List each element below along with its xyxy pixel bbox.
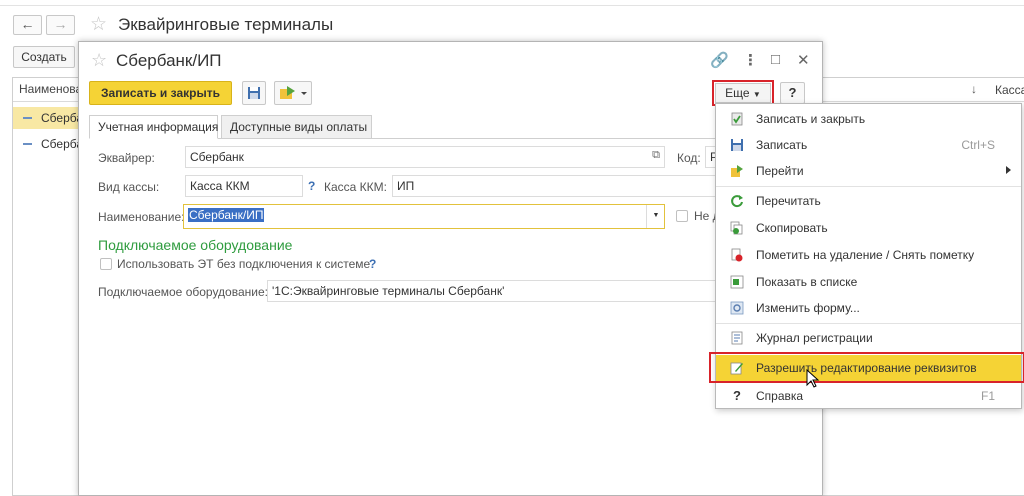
help-button[interactable]: ? <box>780 82 805 104</box>
acquirer-field[interactable]: Сбербанк ⧉ <box>185 146 665 168</box>
floppy-disk-icon <box>248 87 260 99</box>
reread-icon <box>731 195 743 208</box>
form-title: Сбербанк/ИП <box>116 51 222 70</box>
name-value-selected: Сбербанк/ИП <box>188 208 265 222</box>
favorite-star-icon[interactable]: ☆ <box>90 13 107 36</box>
tab-payment-types[interactable]: Доступные виды оплаты <box>221 115 372 139</box>
maximize-icon[interactable]: □ <box>771 51 780 68</box>
equipment-field[interactable]: '1С:Эквайринговые терминалы Сбербанк' <box>267 280 719 302</box>
use-without-connection-help-icon[interactable]: ? <box>369 257 376 271</box>
highlight-frame <box>709 352 1024 383</box>
menu-item-event-log[interactable]: Журнал регистрации <box>716 325 1021 351</box>
name-dropdown-icon[interactable]: ▼ <box>646 205 664 228</box>
page-title: Эквайринговые терминалы <box>118 15 334 34</box>
menu-item-label: Журнал регистрации <box>756 331 873 345</box>
cash-kkm-label: Касса ККМ: <box>324 180 387 194</box>
menu-item-reread[interactable]: Перечитать <box>716 188 1021 214</box>
equipment-value: '1С:Эквайринговые терминалы Сбербанк' <box>272 284 505 298</box>
cash-type-value: Касса ККМ <box>190 179 250 193</box>
menu-item-copy[interactable]: Скопировать <box>716 215 1021 241</box>
change-form-icon <box>730 301 744 315</box>
menu-item-label: Изменить форму... <box>756 301 860 315</box>
menu-item-show-in-list[interactable]: Показать в списке <box>716 269 1021 295</box>
cash-type-help-icon[interactable]: ? <box>308 179 315 193</box>
terminal-form-window: ☆ Сбербанк/ИП 🔗 ⋮ □ ✕ Записать и закрыть… <box>78 41 823 496</box>
go-to-icon <box>731 165 743 177</box>
save-and-close-button[interactable]: Записать и закрыть <box>89 81 232 105</box>
menu-item-shortcut: F1 <box>980 389 995 403</box>
dropdown-arrow-icon: ▼ <box>752 90 761 99</box>
menu-item-label: Перечитать <box>756 194 821 208</box>
mouse-cursor-icon <box>806 369 820 388</box>
top-strip <box>0 0 1024 6</box>
arrow-right-icon: → <box>53 16 68 32</box>
not-checkbox[interactable] <box>676 210 688 222</box>
right-list-header: ↓ Касса <box>823 78 1024 102</box>
menu-item-label: Справка <box>756 389 804 403</box>
acquirer-value: Сбербанк <box>190 150 244 164</box>
save-button[interactable] <box>242 81 266 105</box>
menu-item-shortcut: Ctrl+S <box>961 138 995 152</box>
menu-item-label: Записать <box>756 138 808 152</box>
cash-kkm-value: ИП <box>397 179 415 193</box>
menu-item-help[interactable]: ? Справка F1 <box>716 383 1021 409</box>
tab-account-info[interactable]: Учетная информация <box>89 115 218 139</box>
menu-item-label: Скопировать <box>756 221 828 235</box>
close-icon[interactable]: ✕ <box>797 51 810 69</box>
menu-item-go-to[interactable]: Перейти <box>716 158 1021 184</box>
back-button[interactable]: ← <box>13 15 42 35</box>
open-link-icon[interactable]: ⧉ <box>652 149 660 162</box>
more-button[interactable]: Еще ▼ <box>715 83 771 103</box>
menu-separator <box>716 323 1021 324</box>
cash-type-label: Вид кассы: <box>98 180 160 194</box>
menu-item-label: Показать в списке <box>756 275 858 289</box>
menu-item-change-form[interactable]: Изменить форму... <box>716 295 1021 321</box>
help-icon: ? <box>733 388 741 403</box>
arrow-left-icon: ← <box>20 16 35 32</box>
save-close-icon <box>731 112 743 126</box>
mark-delete-icon <box>731 248 743 262</box>
name-field[interactable]: Сбербанк/ИП ▼ <box>183 204 665 229</box>
acquirer-label: Эквайрер: <box>98 151 155 165</box>
sort-arrow-icon[interactable]: ↓ <box>971 82 977 96</box>
item-dash-icon <box>23 143 32 145</box>
menu-item-save-and-close[interactable]: Записать и закрыть <box>716 106 1021 132</box>
show-in-list-icon <box>730 275 744 289</box>
name-label: Наименование: <box>98 210 185 224</box>
menu-item-label: Перейти <box>756 164 804 178</box>
menu-separator <box>716 186 1021 187</box>
favorite-star-icon[interactable]: ☆ <box>91 50 107 71</box>
cash-type-field[interactable]: Касса ККМ <box>185 175 303 197</box>
forward-button[interactable]: → <box>46 15 75 35</box>
more-button-label: Еще <box>725 86 750 100</box>
code-label: Код: <box>677 151 701 165</box>
equipment-label: Подключаемое оборудование: <box>98 285 268 299</box>
event-log-icon <box>731 331 743 345</box>
use-without-connection-label: Использовать ЭТ без подключения к систем… <box>117 257 371 271</box>
menu-item-save[interactable]: Записать Ctrl+S <box>716 132 1021 158</box>
create-button[interactable]: Создать <box>13 46 75 68</box>
more-actions-icon[interactable]: ⋮ <box>743 51 758 69</box>
save-icon <box>731 139 743 151</box>
submenu-arrow-icon <box>1006 166 1011 174</box>
go-to-icon <box>280 86 307 99</box>
go-to-dropdown-button[interactable] <box>274 81 312 105</box>
use-without-connection-checkbox[interactable] <box>100 258 112 270</box>
equipment-section-title: Подключаемое оборудование <box>98 237 293 253</box>
copy-icon <box>730 221 743 235</box>
link-icon[interactable]: 🔗 <box>710 51 729 69</box>
menu-item-mark-delete[interactable]: Пометить на удаление / Снять пометку <box>716 242 1021 268</box>
menu-item-label: Пометить на удаление / Снять пометку <box>756 248 975 262</box>
cash-kkm-field[interactable]: ИП <box>392 175 722 197</box>
item-dash-icon <box>23 117 32 119</box>
menu-item-label: Записать и закрыть <box>756 112 866 126</box>
column-header-cash[interactable]: Касса <box>995 83 1024 97</box>
